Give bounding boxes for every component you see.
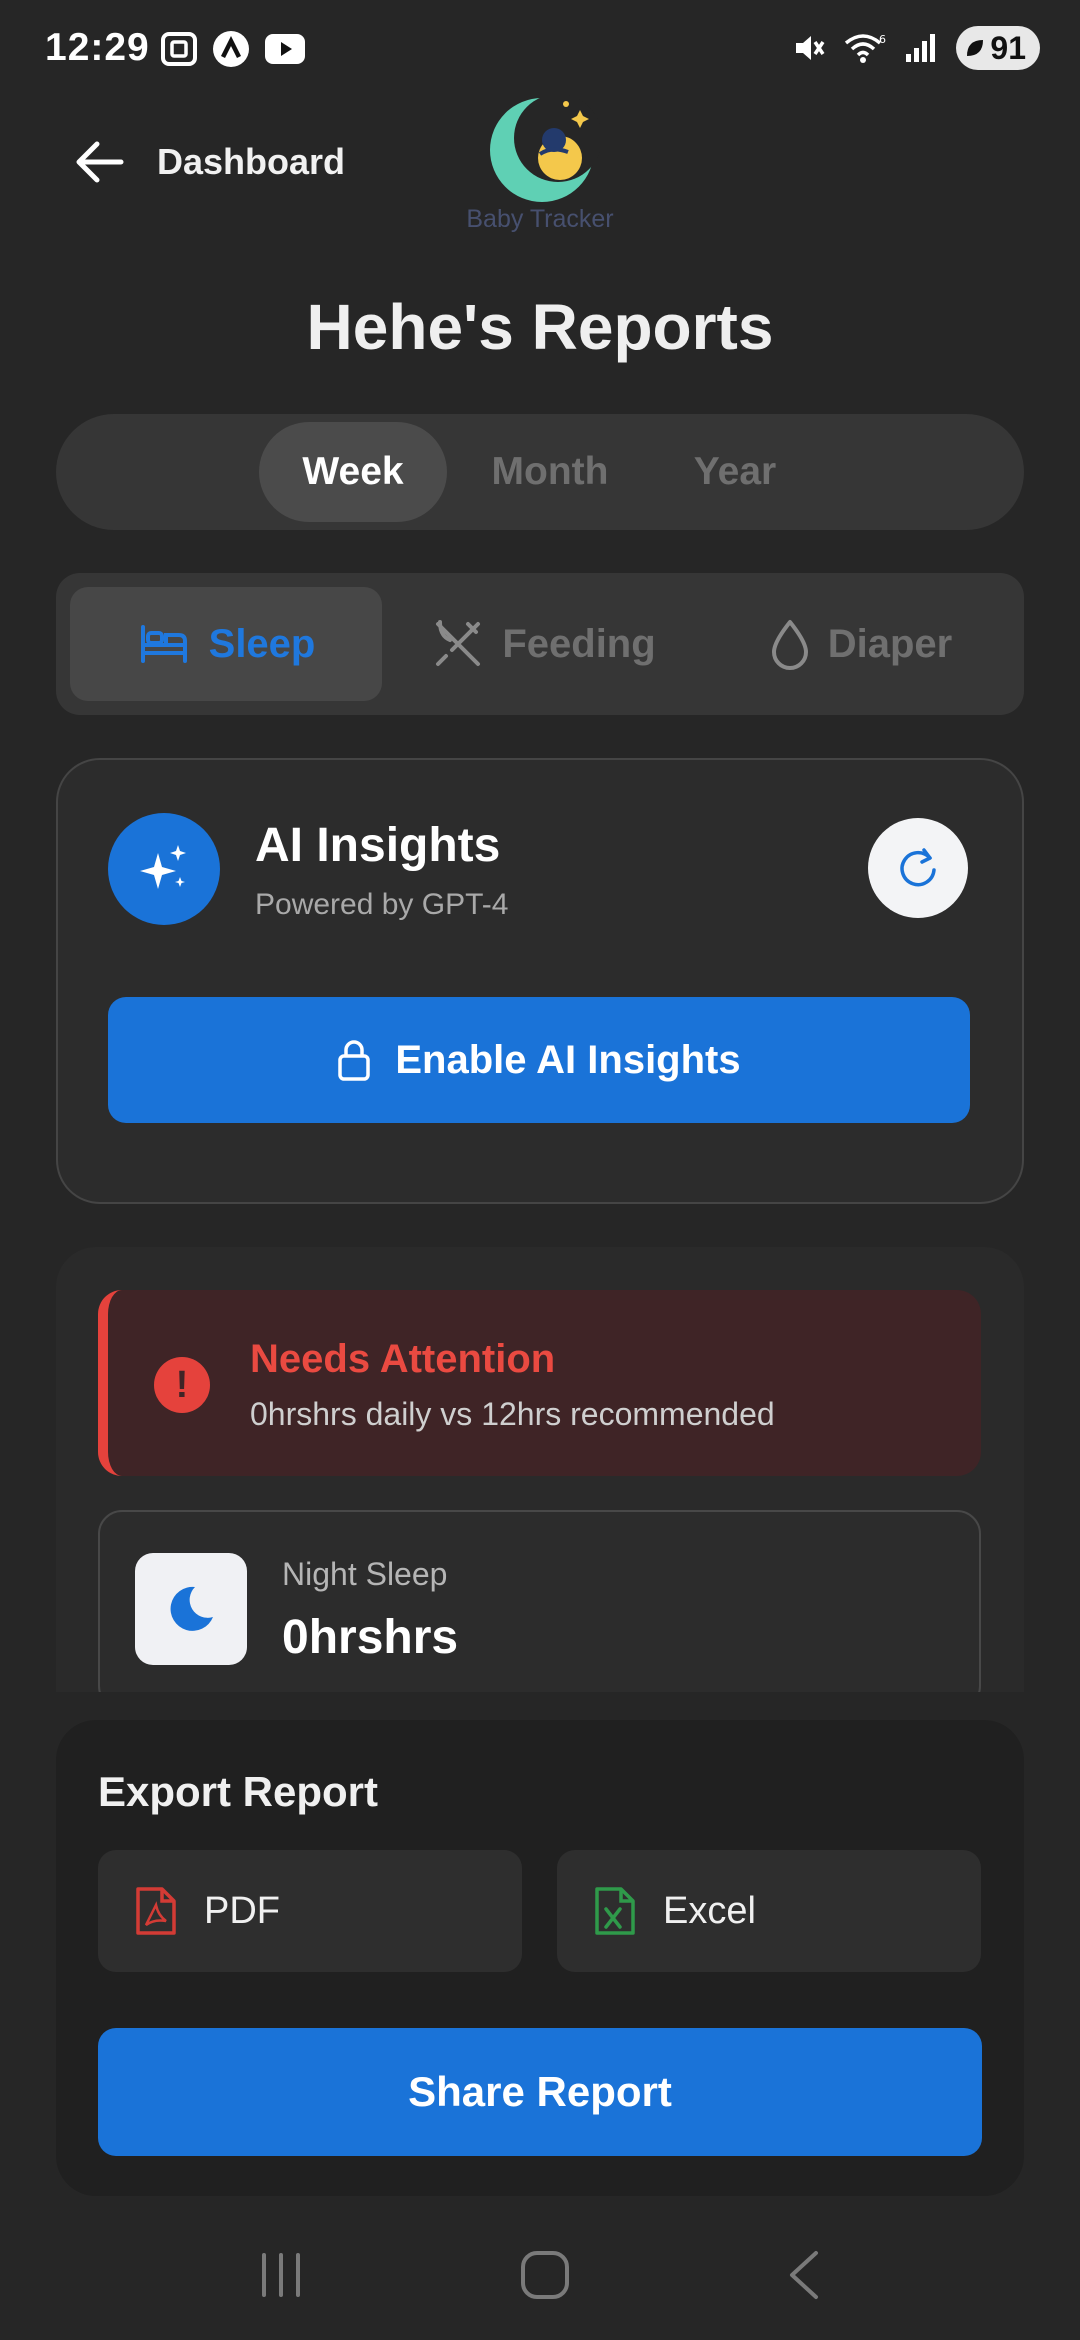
lock-icon <box>338 1040 371 1081</box>
back-button[interactable]: Dashboard <box>75 140 345 184</box>
ai-insights-title: AI Insights <box>255 819 501 872</box>
battery-level: 91 <box>990 29 1026 66</box>
stat-icon-box <box>135 1553 247 1665</box>
refresh-button[interactable] <box>868 818 968 918</box>
battery-saver-leaf-icon <box>967 40 984 56</box>
scroll-clip-divider <box>0 1692 1080 1722</box>
stat-label: Night Sleep <box>282 1556 448 1592</box>
signal-icon <box>906 34 936 62</box>
logo-text: Baby Tracker <box>466 205 614 233</box>
export-excel-button[interactable]: Excel <box>557 1850 981 1972</box>
pdf-file-icon <box>136 1887 176 1935</box>
export-pdf-button[interactable]: PDF <box>98 1850 522 1972</box>
home-icon[interactable] <box>519 2249 571 2301</box>
arrow-left-icon <box>76 141 124 183</box>
status-time: 12:29 <box>45 26 150 69</box>
ai-insights-card <box>56 758 1024 1204</box>
ai-insights-subtitle: Powered by GPT-4 <box>255 888 509 921</box>
tab-week[interactable]: Week <box>259 422 447 522</box>
back-label: Dashboard <box>157 141 346 182</box>
screenshot-icon <box>161 32 197 66</box>
system-nav-bar <box>0 2210 1080 2340</box>
page-title: Hehe's Reports <box>306 291 774 363</box>
alert-title: Needs Attention <box>250 1337 556 1381</box>
svg-text:6: 6 <box>879 33 886 46</box>
tab-year[interactable]: Year <box>641 422 829 522</box>
utensils-icon <box>436 620 481 666</box>
status-system-icons: 6 91 <box>792 26 1040 70</box>
tab-month[interactable]: Month <box>456 422 644 522</box>
period-selector: Week Month Year <box>56 414 1024 530</box>
excel-file-icon <box>595 1887 635 1935</box>
moon-icon <box>170 1586 213 1631</box>
recent-apps-icon[interactable] <box>256 2251 306 2299</box>
export-pdf-label: PDF <box>204 1889 280 1932</box>
enable-ai-insights-label: Enable AI Insights <box>395 1037 741 1082</box>
sparkles-icon <box>140 845 186 889</box>
alert-description: 0hrshrs daily vs 12hrs recommended <box>250 1396 775 1432</box>
enable-ai-insights-button[interactable]: Enable AI Insights <box>108 997 970 1123</box>
status-notification-icons <box>160 30 306 68</box>
export-title: Export Report <box>98 1768 379 1815</box>
category-selector: Sleep Feeding Diaper <box>56 573 1024 715</box>
moon-logo-icon <box>490 94 602 202</box>
tab-diaper[interactable]: Diaper <box>706 587 1016 701</box>
back-nav-icon[interactable] <box>784 2249 824 2301</box>
app-notification-icon <box>213 31 249 67</box>
refresh-icon <box>900 848 936 887</box>
alert-icon: ! <box>154 1357 210 1413</box>
tab-sleep[interactable]: Sleep <box>70 587 382 701</box>
tab-feeding[interactable]: Feeding <box>386 587 702 701</box>
needs-attention-alert <box>98 1290 981 1476</box>
ai-badge <box>108 813 220 925</box>
share-report-button[interactable]: Share Report <box>98 2028 982 2156</box>
stat-value: 0hrshrs <box>282 1611 459 1664</box>
droplet-icon <box>771 620 808 670</box>
tab-feeding-label: Feeding <box>502 621 656 666</box>
app-logo: Baby Tracker <box>455 88 625 234</box>
bed-icon <box>140 625 187 663</box>
battery-indicator: 91 <box>956 26 1040 70</box>
youtube-icon <box>265 34 305 64</box>
tab-sleep-label: Sleep <box>208 621 316 666</box>
mute-icon <box>796 36 825 60</box>
export-excel-label: Excel <box>663 1889 756 1932</box>
tab-diaper-label: Diaper <box>827 621 953 666</box>
wifi-icon: 6 <box>845 33 886 63</box>
